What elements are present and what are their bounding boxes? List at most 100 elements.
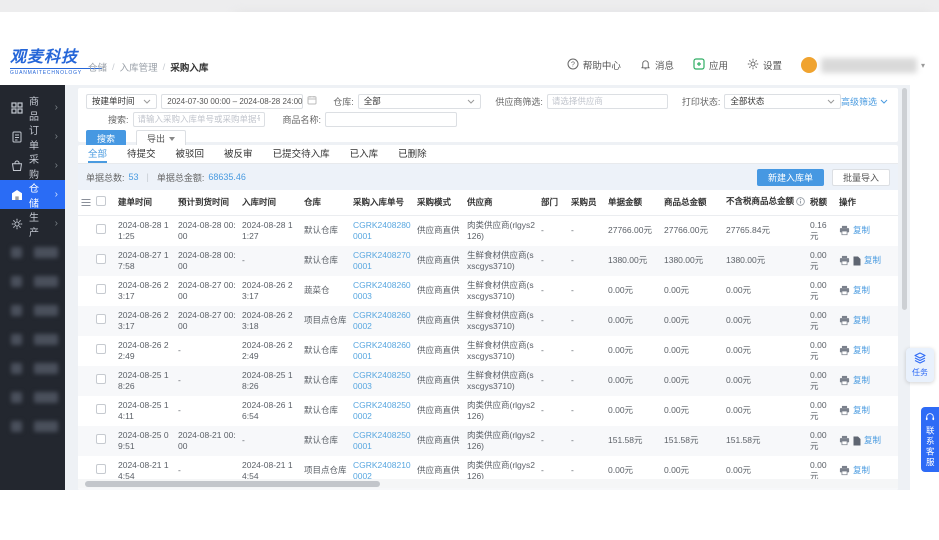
cell-dept: - xyxy=(539,375,569,386)
product-name-input[interactable] xyxy=(325,112,457,127)
select-all-checkbox[interactable] xyxy=(96,196,106,206)
sidebar-item-blurred[interactable] xyxy=(0,412,65,441)
apps-button[interactable]: 应用 xyxy=(693,58,728,73)
copy-link[interactable]: 复制 xyxy=(853,375,870,386)
copy-link[interactable]: 复制 xyxy=(853,285,870,296)
sidebar-item-blurred[interactable] xyxy=(0,267,65,296)
sidebar-item-blurred[interactable] xyxy=(0,383,65,412)
copy-doc-icon[interactable] xyxy=(853,436,861,446)
row-checkbox[interactable] xyxy=(96,284,106,294)
breadcrumb-warehouse[interactable]: 仓储 xyxy=(88,60,107,74)
tasks-floating-button[interactable]: 任务 xyxy=(906,348,934,382)
copy-link[interactable]: 复制 xyxy=(853,315,870,326)
batch-import-button[interactable]: 批量导入 xyxy=(832,169,890,186)
column-header: 仓库 xyxy=(302,197,351,208)
cell-order_no[interactable]: CGRK24082700001 xyxy=(351,250,415,272)
sidebar-item-blurred[interactable] xyxy=(0,354,65,383)
supplier-filter-input[interactable] xyxy=(547,94,668,109)
cell-amount: 1380.00元 xyxy=(606,255,662,266)
copy-link[interactable]: 复制 xyxy=(864,255,881,266)
copy-doc-icon[interactable] xyxy=(853,256,861,266)
horizontal-scrollbar[interactable] xyxy=(85,481,380,487)
cell-total: 1380.00元 xyxy=(662,255,724,266)
time-type-select[interactable]: 按建单时间 xyxy=(86,94,157,109)
tab-全部[interactable]: 全部 xyxy=(88,145,107,163)
tab-已提交待入库[interactable]: 已提交待入库 xyxy=(273,145,330,163)
blurred-label xyxy=(34,363,59,374)
cell-tax: 0.00元 xyxy=(808,310,837,332)
printer-icon[interactable] xyxy=(839,465,850,476)
breadcrumb-inbound-mgmt[interactable]: 入库管理 xyxy=(120,60,158,74)
copy-link[interactable]: 复制 xyxy=(853,465,870,476)
messages-button[interactable]: 消息 xyxy=(640,58,674,73)
row-checkbox[interactable] xyxy=(96,344,106,354)
copy-link[interactable]: 复制 xyxy=(864,435,881,446)
printer-icon[interactable] xyxy=(839,435,850,446)
search-input[interactable] xyxy=(133,112,265,127)
cell-operations: 复制 xyxy=(837,465,890,476)
cell-buyer: - xyxy=(569,465,606,476)
tab-被反审[interactable]: 被反审 xyxy=(224,145,253,163)
cell-order_no[interactable]: CGRK24082800001 xyxy=(351,220,415,242)
tab-已删除[interactable]: 已删除 xyxy=(398,145,427,163)
row-checkbox[interactable] xyxy=(96,314,106,324)
row-checkbox[interactable] xyxy=(96,374,106,384)
contact-service-label: 联系客服 xyxy=(926,426,935,468)
sidebar-item-生产[interactable]: 生产› xyxy=(0,209,65,238)
sidebar-item-仓储[interactable]: 仓储› xyxy=(0,180,65,209)
sidebar-item-商品[interactable]: 商品› xyxy=(0,93,65,122)
create-inbound-button[interactable]: 新建入库单 xyxy=(757,169,824,186)
cell-order_no[interactable]: CGRK24082600002 xyxy=(351,310,415,332)
cell-created: 2024-08-25 14:11 xyxy=(116,400,176,422)
row-checkbox[interactable] xyxy=(96,224,106,234)
column-settings-icon[interactable] xyxy=(78,198,94,207)
contact-service-button[interactable]: 联系客服 xyxy=(921,407,939,472)
sidebar-item-blurred[interactable] xyxy=(0,238,65,267)
cell-buyer: - xyxy=(569,225,606,236)
printer-icon[interactable] xyxy=(839,285,850,296)
row-checkbox[interactable] xyxy=(96,464,106,474)
cell-created: 2024-08-26 23:17 xyxy=(116,310,176,332)
tab-待提交[interactable]: 待提交 xyxy=(127,145,156,163)
warehouse-select[interactable]: 全部 xyxy=(358,94,482,109)
row-checkbox[interactable] xyxy=(96,404,106,414)
cell-order_no[interactable]: CGRK24082600003 xyxy=(351,280,415,302)
printer-icon[interactable] xyxy=(839,405,850,416)
blurred-icon xyxy=(11,305,22,316)
cell-order_no[interactable]: CGRK24082500002 xyxy=(351,400,415,422)
sidebar-item-订单[interactable]: 订单› xyxy=(0,122,65,151)
cell-order_no[interactable]: CGRK24082600001 xyxy=(351,340,415,362)
print-status-select[interactable]: 全部状态 xyxy=(724,94,841,109)
breadcrumb: 仓储 / 入库管理 / 采购入库 xyxy=(88,60,208,74)
chevron-down-icon xyxy=(827,96,835,106)
user-menu[interactable]: ▾ xyxy=(801,57,925,73)
cell-created: 2024-08-25 09:51 xyxy=(116,430,176,452)
avatar[interactable] xyxy=(801,57,817,73)
help-center-button[interactable]: ? 帮助中心 xyxy=(567,58,621,73)
advanced-filter-link[interactable]: 高级筛选 xyxy=(841,95,888,108)
copy-link[interactable]: 复制 xyxy=(853,225,870,236)
tab-被驳回[interactable]: 被驳回 xyxy=(176,145,205,163)
printer-icon[interactable] xyxy=(839,345,850,356)
chevron-down-icon[interactable]: ▾ xyxy=(921,61,925,70)
tab-已入库[interactable]: 已入库 xyxy=(350,145,379,163)
sidebar-item-采购[interactable]: 采购› xyxy=(0,151,65,180)
sidebar-item-blurred[interactable] xyxy=(0,296,65,325)
date-range-picker[interactable]: 2024-07-30 00:00 – 2024-08-28 24:00 xyxy=(161,94,303,109)
cell-order_no[interactable]: CGRK24082500003 xyxy=(351,370,415,392)
cell-mode: 供应商直供 xyxy=(415,375,465,386)
copy-link[interactable]: 复制 xyxy=(853,405,870,416)
cell-order_no[interactable]: CGRK24082500001 xyxy=(351,430,415,452)
row-checkbox[interactable] xyxy=(96,434,106,444)
settings-button[interactable]: 设置 xyxy=(747,58,782,73)
vertical-scrollbar[interactable] xyxy=(902,88,907,310)
printer-icon[interactable] xyxy=(839,225,850,236)
printer-icon[interactable] xyxy=(839,255,850,266)
main-content: 按建单时间 2024-07-30 00:00 – 2024-08-28 24:0… xyxy=(65,85,910,490)
info-icon[interactable] xyxy=(796,197,805,209)
sidebar-item-blurred[interactable] xyxy=(0,325,65,354)
printer-icon[interactable] xyxy=(839,375,850,386)
row-checkbox[interactable] xyxy=(96,254,106,264)
copy-link[interactable]: 复制 xyxy=(853,345,870,356)
printer-icon[interactable] xyxy=(839,315,850,326)
